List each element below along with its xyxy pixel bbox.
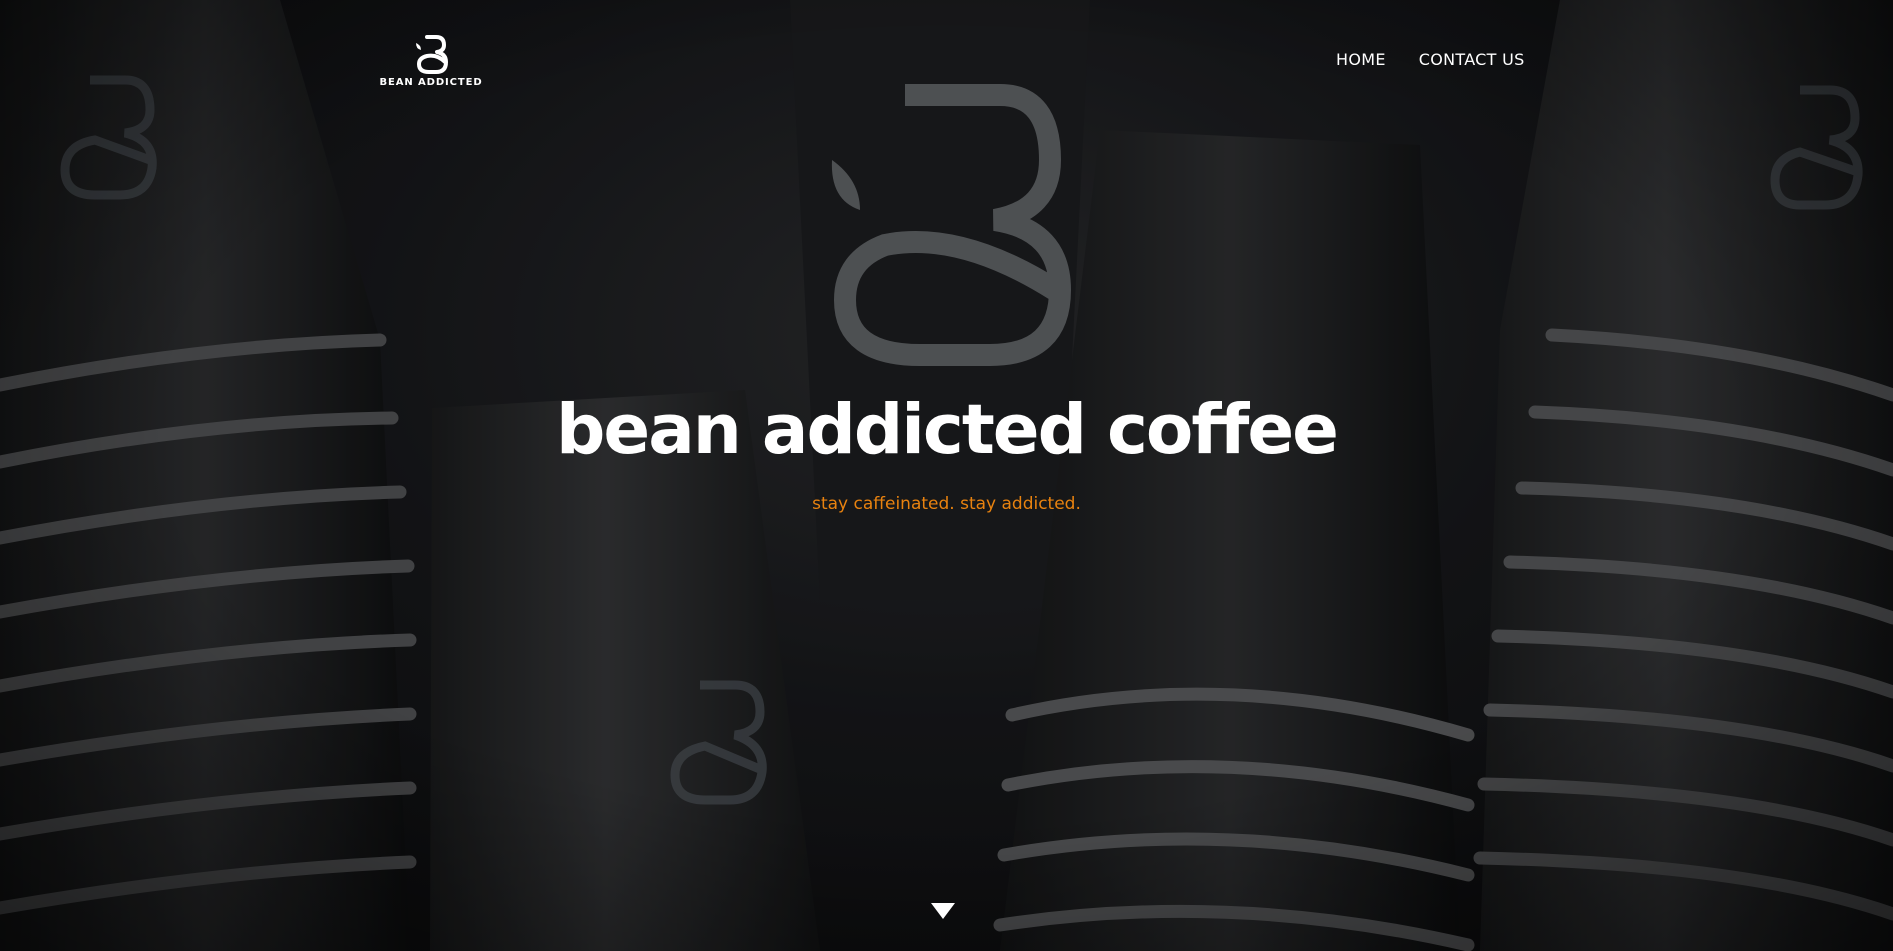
bean-addicted-logo-icon (416, 35, 448, 74)
nav-link-home[interactable]: HOME (1336, 50, 1386, 69)
logo-text: BEAN ADDICTED (379, 77, 483, 88)
hero-title: bean addicted coffee (556, 390, 1339, 470)
nav-item-contact-us: CONTACT US (1419, 50, 1525, 69)
hero-section: BEAN ADDICTED HOME CONTACT US bean addic… (0, 0, 1893, 951)
main-nav: HOME CONTACT US (1336, 50, 1525, 69)
site-header: BEAN ADDICTED HOME CONTACT US (0, 0, 1893, 110)
brand-logo[interactable]: BEAN ADDICTED (378, 32, 484, 94)
nav-item-home: HOME (1336, 50, 1386, 69)
caret-down-icon[interactable] (930, 901, 956, 921)
hero-tagline: stay caffeinated. stay addicted. (812, 494, 1081, 514)
nav-link-contact-us[interactable]: CONTACT US (1419, 50, 1525, 69)
